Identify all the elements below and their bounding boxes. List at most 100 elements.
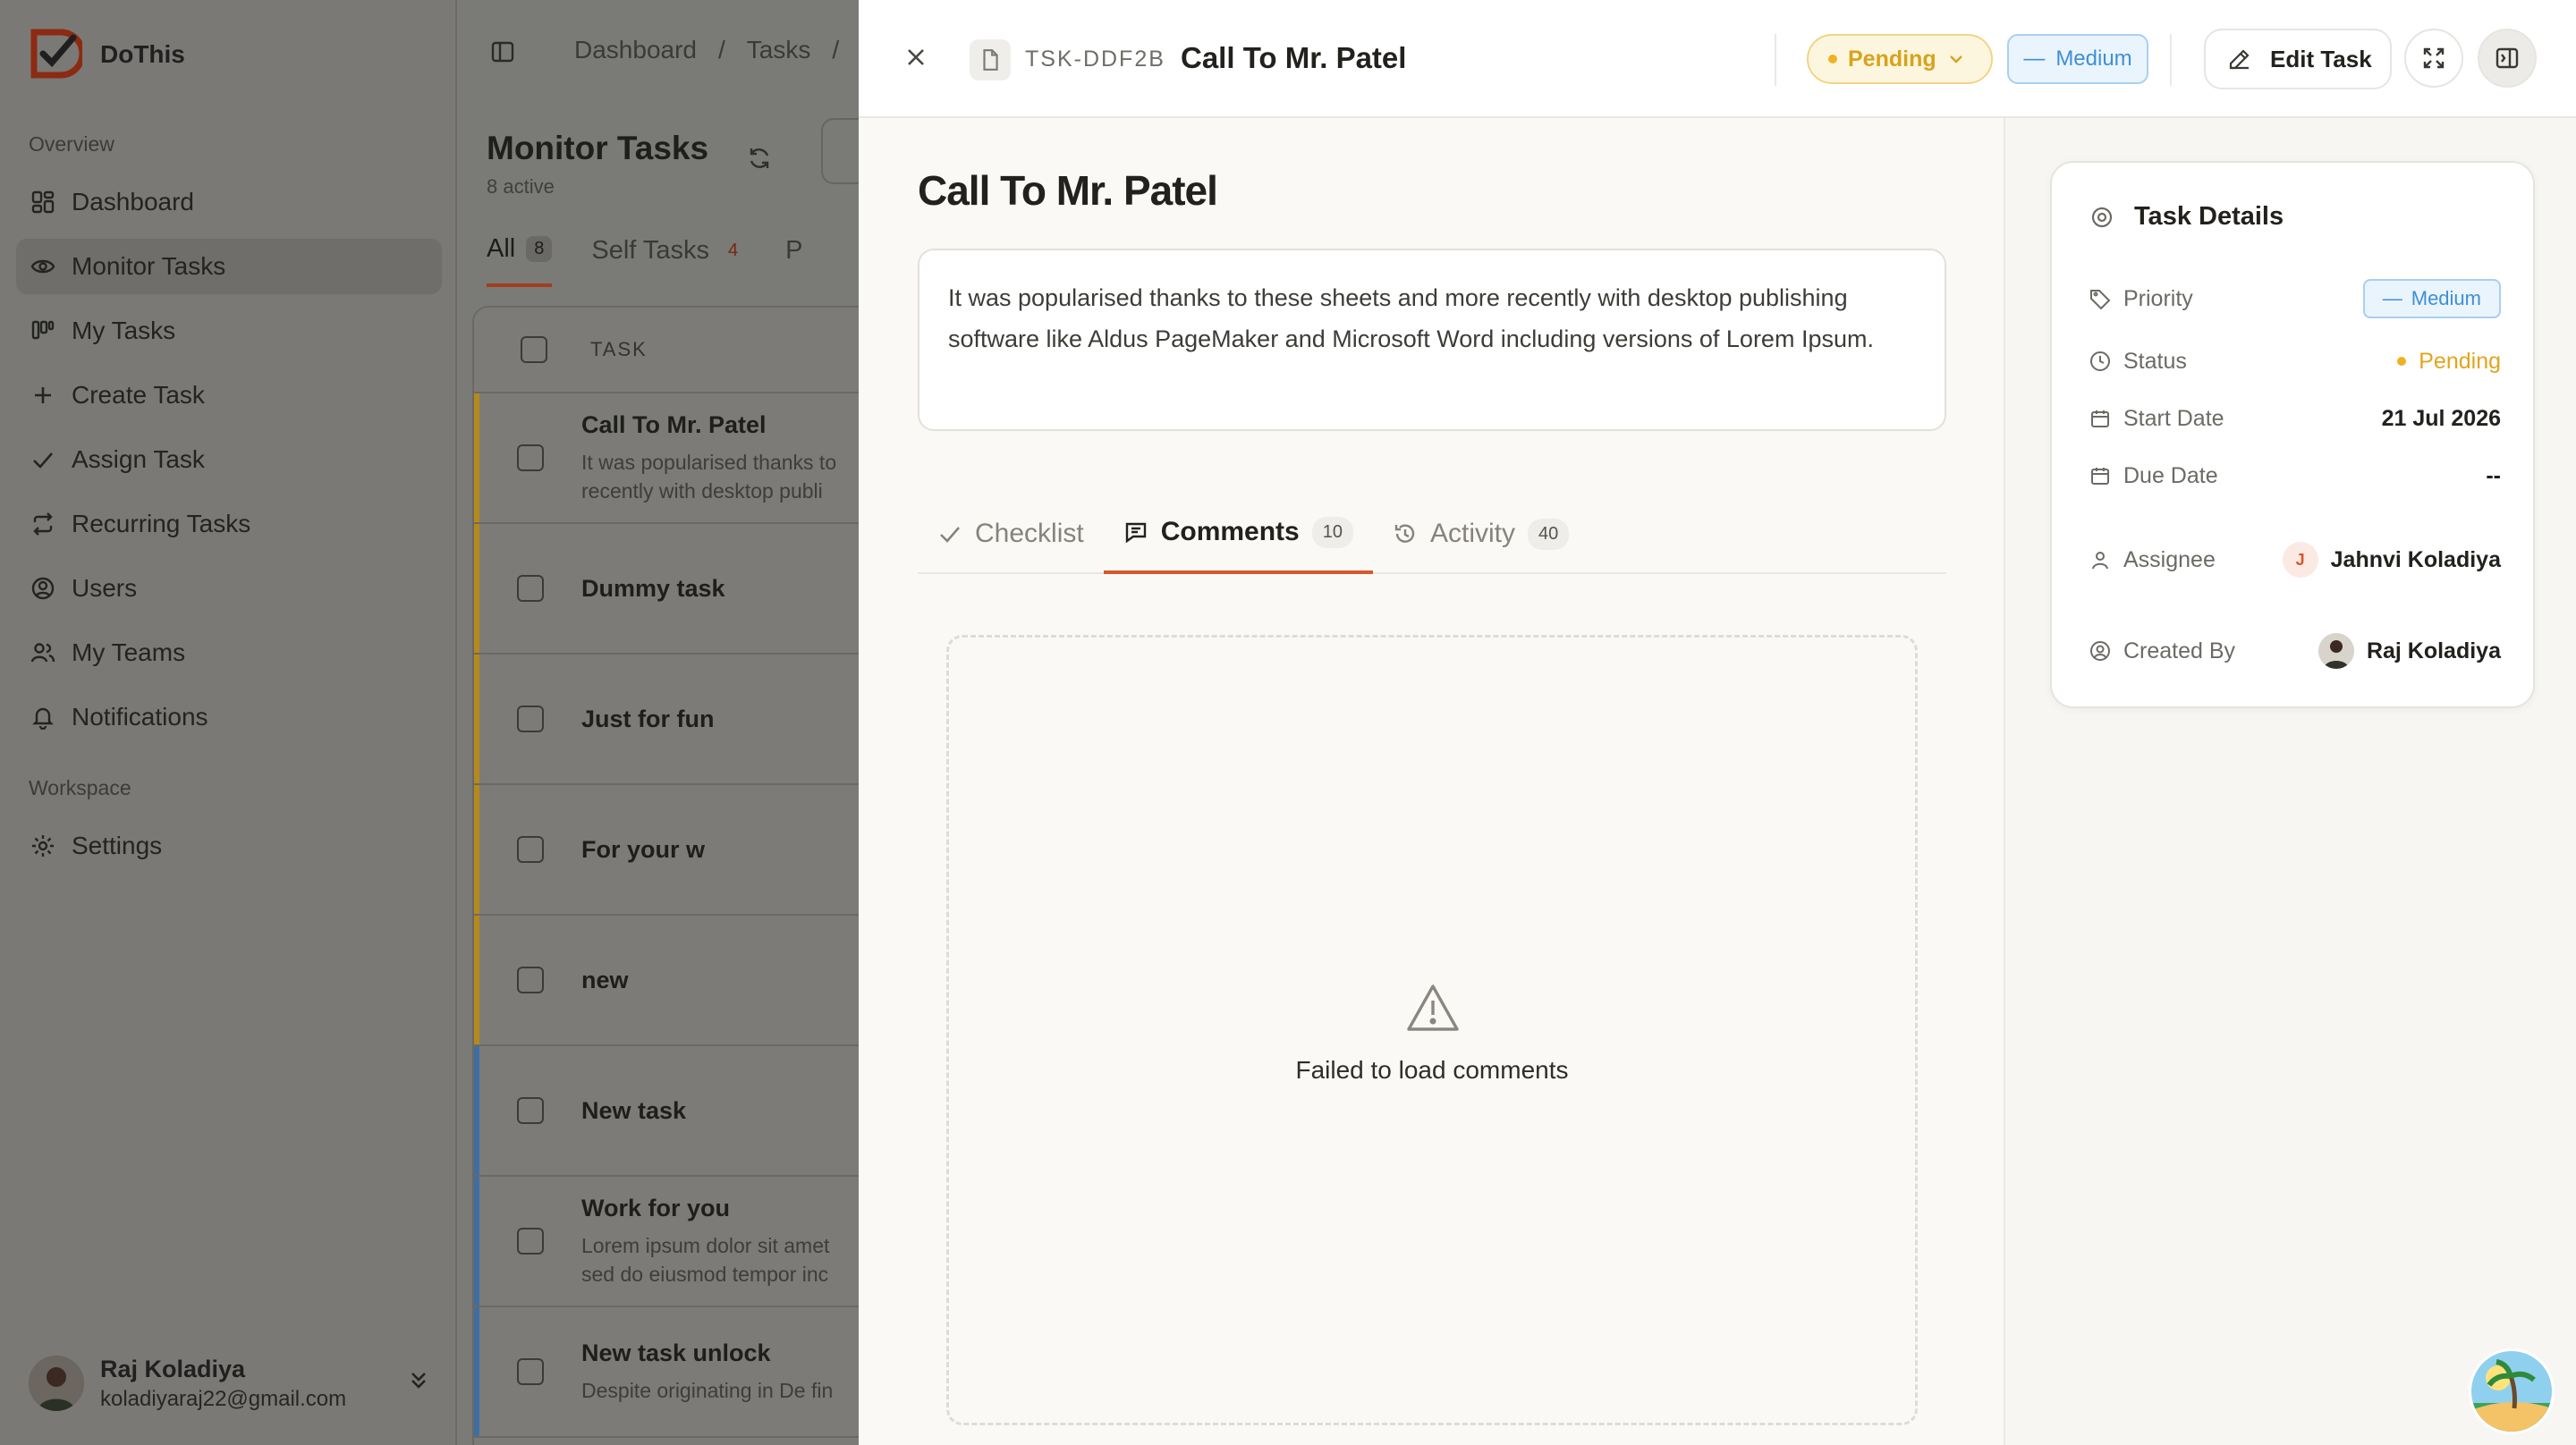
sheet-title: Call To Mr. Patel <box>1181 41 1407 74</box>
row-checkbox[interactable] <box>517 1228 544 1255</box>
table-row[interactable]: Just for fun <box>474 655 859 785</box>
sidebar-item-label: Dashboard <box>72 188 194 215</box>
table-row[interactable]: New task <box>474 1046 859 1177</box>
task-heading: Call To Mr. Patel <box>918 167 1218 214</box>
section-workspace: Workspace <box>29 776 131 799</box>
eye-icon <box>30 259 55 274</box>
user-menu[interactable]: Raj Koladiya koladiyaraj22@gmail.com <box>29 1348 431 1418</box>
task-list-panel: Dashboard / Tasks / Monitor Tasks 8 active … <box>458 0 859 1445</box>
task-detail-sheet: TSK-DDF2B Call To Mr. Patel Pending — Me… <box>859 0 2576 1445</box>
column-header-task: TASK <box>590 338 648 360</box>
table-row[interactable]: new <box>474 916 859 1046</box>
status-dot <box>1828 55 1837 63</box>
breadcrumb-tasks[interactable]: Tasks <box>747 36 811 63</box>
clock-icon <box>2090 351 2110 371</box>
sidebar-item-label: Assign Task <box>72 445 205 473</box>
profile-avatar[interactable] <box>2469 1348 2555 1434</box>
bell-icon <box>32 707 54 730</box>
dothis-logo-icon <box>30 29 82 79</box>
gear-icon <box>32 835 54 857</box>
warning-icon <box>1407 984 1459 1031</box>
brand[interactable]: DoThis <box>27 27 185 82</box>
table-row[interactable]: For your w <box>474 785 859 916</box>
row-title: New task <box>581 1096 687 1124</box>
row-title: Call To Mr. Patel <box>581 410 767 438</box>
sidebar-item-settings[interactable]: Settings <box>16 818 442 874</box>
refresh-icon[interactable] <box>746 145 773 172</box>
gear-icon <box>2091 207 2113 227</box>
sidebar-item-users[interactable]: Users <box>16 561 442 616</box>
sidebar-item-monitor-tasks[interactable]: Monitor Tasks <box>16 239 442 294</box>
detail-priority: Priority — Medium <box>2089 279 2501 318</box>
comments-error-panel: Failed to load comments <box>946 635 1918 1425</box>
assignee-avatar: J <box>2282 542 2318 578</box>
panel-right-icon <box>2496 47 2519 69</box>
row-checkbox[interactable] <box>517 1097 544 1124</box>
priority-stripe <box>474 1046 479 1175</box>
sidebar-item-label: Create Task <box>72 381 205 409</box>
chevrons-down-icon[interactable] <box>406 1368 431 1393</box>
row-content: Call To Mr. Patel It was popularised than… <box>581 411 836 505</box>
row-checkbox[interactable] <box>517 1358 544 1385</box>
sidebar-item-assign-task[interactable]: Assign Task <box>16 432 442 487</box>
detail-created-by: Created By Raj Koladiya <box>2089 631 2501 671</box>
sidebar-item-dashboard[interactable]: Dashboard <box>16 174 442 230</box>
priority-stripe <box>474 1177 479 1306</box>
row-checkbox[interactable] <box>517 706 544 732</box>
priority-stripe <box>474 393 479 522</box>
detail-due-date: Due Date -- <box>2089 456 2501 495</box>
row-checkbox[interactable] <box>517 967 544 993</box>
sidebar-item-recurring-tasks[interactable]: Recurring Tasks <box>16 496 442 552</box>
row-checkbox[interactable] <box>517 836 544 863</box>
table-row[interactable]: Call To Mr. Patel It was popularised than… <box>474 393 859 524</box>
status-dropdown[interactable]: Pending <box>1807 34 1993 84</box>
search-input[interactable] <box>821 118 859 184</box>
breadcrumb: Dashboard / Tasks / <box>574 36 840 63</box>
toggle-details-button[interactable] <box>2478 29 2537 88</box>
sidebar-toggle-icon[interactable] <box>490 39 515 64</box>
details-title: Task Details <box>2089 202 2284 232</box>
divider <box>2170 34 2172 86</box>
sidebar-item-notifications[interactable]: Notifications <box>16 689 442 745</box>
priority-stripe <box>474 655 479 783</box>
tab-self-tasks[interactable]: Self Tasks 4 <box>591 234 746 287</box>
tab-activity[interactable]: Activity 40 <box>1373 494 1589 574</box>
row-content: New task <box>581 1097 686 1125</box>
comments-count: 10 <box>1311 516 1353 548</box>
priority-stripe <box>474 1307 479 1436</box>
row-checkbox[interactable] <box>517 444 544 471</box>
sidebar-item-my-teams[interactable]: My Teams <box>16 625 442 680</box>
row-checkbox[interactable] <box>517 575 544 602</box>
sidebar-item-label: My Teams <box>72 638 186 666</box>
tab-all[interactable]: All 8 <box>487 234 553 287</box>
priority-stripe <box>474 524 479 653</box>
close-icon[interactable] <box>903 45 928 70</box>
select-all-checkbox[interactable] <box>521 336 547 363</box>
sidebar-item-label: Recurring Tasks <box>72 510 251 537</box>
check-icon <box>940 527 960 543</box>
sidebar-item-label: Monitor Tasks <box>72 252 226 280</box>
active-count: 8 active <box>487 175 555 198</box>
row-description: Lorem ipsum dolor sit amet sed do eiusmod… <box>581 1233 830 1286</box>
tab-more[interactable]: P <box>785 234 802 287</box>
expand-button[interactable] <box>2404 29 2463 88</box>
sidebar-item-label: Users <box>72 574 138 602</box>
creator-avatar <box>2318 633 2354 669</box>
sheet-header: TSK-DDF2B Call To Mr. Patel Pending — Me… <box>859 0 2576 118</box>
breadcrumb-dashboard[interactable]: Dashboard <box>574 36 697 63</box>
chevron-down-icon <box>1949 55 1962 63</box>
row-description: Despite originating in De fin <box>581 1378 834 1402</box>
history-icon <box>1394 524 1415 543</box>
status-dot <box>2397 357 2407 366</box>
row-content: Just for fun <box>581 706 715 733</box>
user-circle-icon <box>2090 641 2110 661</box>
avatar <box>29 1356 84 1411</box>
tab-checklist[interactable]: Checklist <box>918 494 1104 574</box>
sidebar-item-my-tasks[interactable]: My Tasks <box>16 303 442 359</box>
edit-task-button[interactable]: Edit Task <box>2204 29 2392 89</box>
table-row[interactable]: Work for you Lorem ipsum dolor sit amet se… <box>474 1177 859 1307</box>
table-row[interactable]: Dummy task <box>474 524 859 655</box>
sidebar-item-create-task[interactable]: Create Task <box>16 368 442 423</box>
table-row[interactable]: New task unlock Despite originating in De… <box>474 1307 859 1438</box>
tab-comments[interactable]: Comments 10 <box>1103 494 1373 574</box>
